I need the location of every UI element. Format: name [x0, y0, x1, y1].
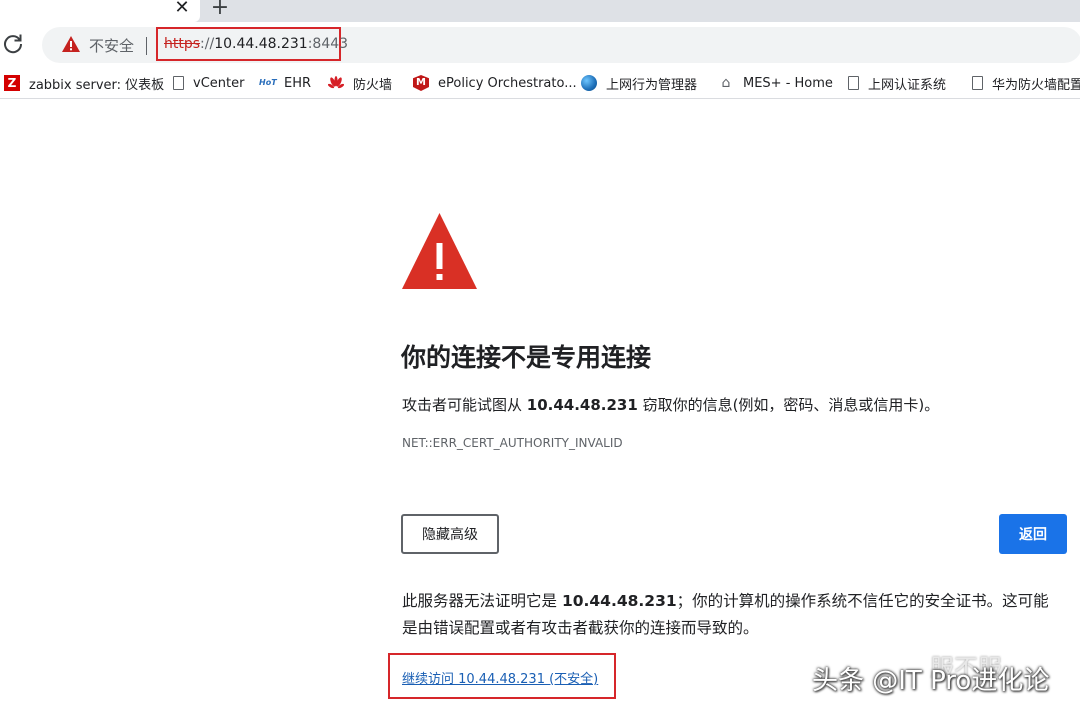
- intro-host: 10.44.48.231: [526, 396, 638, 414]
- document-icon: [848, 76, 859, 90]
- advanced-explanation: 此服务器无法证明它是 10.44.48.231；你的计算机的操作系统不信任它的安…: [402, 588, 1064, 642]
- tab-strip: ✕ +: [0, 0, 1080, 22]
- url-scheme: https: [164, 36, 201, 52]
- new-tab-icon[interactable]: +: [208, 0, 232, 20]
- url-text[interactable]: https://10.44.48.231:8443: [164, 36, 348, 52]
- bookmarks-bar: Z zabbix server: 仪表板 vCenter HoT EHR 防火墙…: [0, 68, 1080, 99]
- hot-logo-icon: HoT: [259, 78, 277, 87]
- bookmark-label: 上网认证系统: [868, 77, 947, 93]
- bookmark-firewall[interactable]: 防火墙: [328, 68, 392, 98]
- bookmark-label: vCenter: [193, 75, 245, 91]
- bookmark-ehr[interactable]: HoT EHR: [259, 68, 311, 98]
- url-separator: ://: [200, 36, 215, 52]
- close-tab-icon[interactable]: ✕: [171, 0, 193, 19]
- not-secure-warning-icon[interactable]: [61, 35, 81, 53]
- bookmark-label: ePolicy Orchestrato...: [438, 75, 577, 91]
- huawei-icon: [328, 76, 344, 89]
- bookmark-mes-home[interactable]: ⌂ MES+ - Home: [718, 68, 833, 98]
- document-icon: [972, 76, 983, 90]
- mcafee-icon: M: [413, 75, 429, 91]
- bookmark-label: 华为防火墙配置: [992, 77, 1080, 93]
- bookmark-huawei-firewall-config[interactable]: 华为防火墙配置: [970, 68, 1080, 98]
- intro-text: 攻击者可能试图从 10.44.48.231 窃取你的信息(例如，密码、消息或信用…: [402, 394, 939, 415]
- bookmark-label: EHR: [284, 75, 312, 91]
- intro-before: 攻击者可能试图从: [402, 396, 527, 414]
- explain-before: 此服务器无法证明它是: [402, 592, 562, 610]
- url-port: :8443: [307, 36, 349, 52]
- bookmark-epolicy[interactable]: M ePolicy Orchestrato...: [413, 68, 577, 98]
- bookmark-label: MES+ - Home: [743, 75, 833, 91]
- error-code: NET::ERR_CERT_AUTHORITY_INVALID: [402, 436, 623, 450]
- bookmark-vcenter[interactable]: vCenter: [171, 68, 244, 98]
- bookmark-label: zabbix server: 仪表板: [29, 77, 165, 93]
- active-tab[interactable]: ✕: [0, 0, 200, 22]
- reload-icon[interactable]: [0, 31, 26, 57]
- bookmark-label: 上网行为管理器: [606, 77, 698, 93]
- hide-advanced-button[interactable]: 隐藏高级: [401, 514, 499, 554]
- page-title: 你的连接不是专用连接: [401, 343, 652, 372]
- security-status-label[interactable]: 不安全: [89, 35, 134, 56]
- intro-after: 窃取你的信息(例如，密码、消息或信用卡)。: [637, 396, 940, 414]
- watermark: 头条 @IT Pro进化论: [812, 666, 1050, 696]
- omnibox-separator: [146, 37, 147, 55]
- back-button[interactable]: 返回: [999, 514, 1067, 554]
- bookmark-auth-system[interactable]: 上网认证系统: [846, 68, 946, 98]
- explain-host: 10.44.48.231: [561, 592, 677, 610]
- globe-icon: [581, 75, 597, 91]
- bookmark-behavior-manager[interactable]: 上网行为管理器: [581, 68, 697, 98]
- warning-triangle-icon: [402, 213, 477, 289]
- zabbix-icon: Z: [4, 75, 20, 91]
- home-icon: ⌂: [721, 75, 731, 91]
- bookmark-label: 防火墙: [353, 77, 393, 93]
- url-host: 10.44.48.231: [214, 36, 308, 52]
- bookmark-zabbix[interactable]: Z zabbix server: 仪表板: [4, 68, 164, 98]
- proceed-unsafe-link[interactable]: 继续访问 10.44.48.231 (不安全): [402, 668, 598, 687]
- document-icon: [173, 76, 184, 90]
